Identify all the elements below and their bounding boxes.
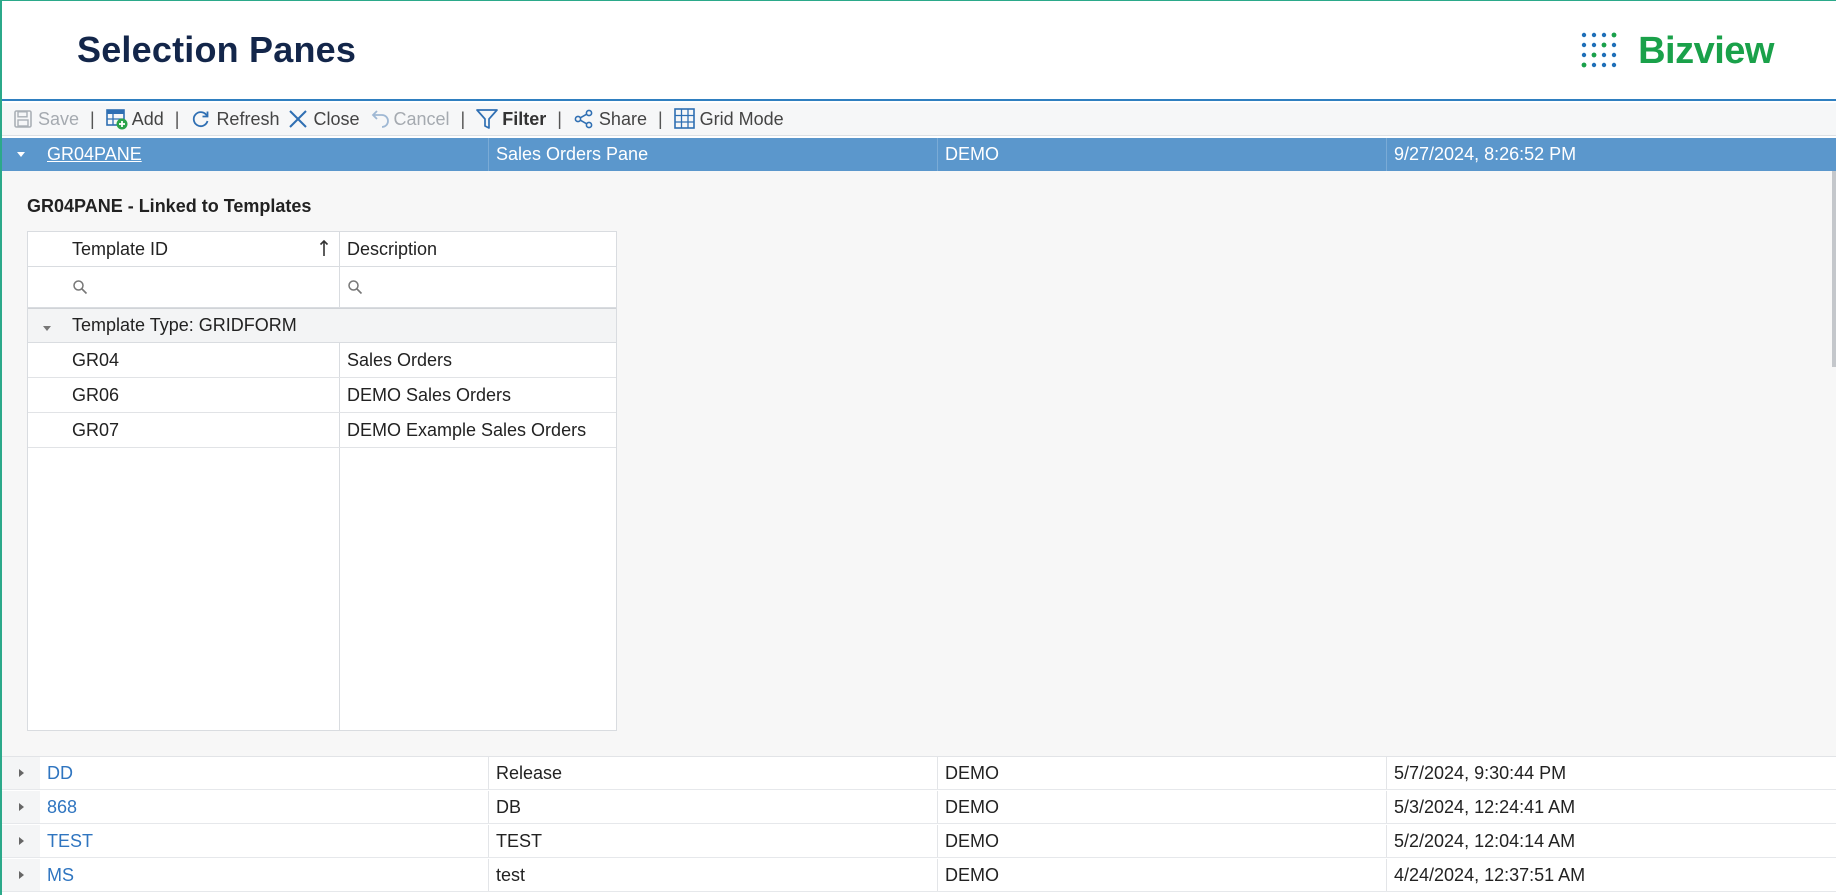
add-label: Add	[131, 108, 164, 129]
sub-grid-header: Template ID Description	[28, 232, 616, 267]
filter-label: Filter	[502, 108, 547, 129]
cancel-label: Cancel	[393, 108, 450, 129]
row-date-cell: 9/27/2024, 8:26:52 PM	[1394, 144, 1577, 164]
detail-title: GR04PANE - Linked to Templates	[27, 196, 312, 216]
template-id-cell: GR04	[28, 343, 340, 377]
bizview-logo: Bizview	[1580, 29, 1774, 73]
column-label: Description	[347, 238, 438, 259]
toolbar-separator: |	[90, 108, 95, 129]
app-header: Selection Panes Bizview	[2, 1, 1836, 101]
row-id-link[interactable]: GR04PANE	[47, 144, 142, 165]
column-label: Template ID	[72, 238, 169, 259]
row-id-cell[interactable]: 868	[40, 791, 489, 823]
toolbar-separator: |	[657, 108, 663, 129]
expand-icon[interactable]	[2, 791, 40, 823]
row-date-cell: 5/3/2024, 12:24:41 AM	[1394, 796, 1576, 817]
template-description-cell: DEMO Example Sales Orders	[347, 419, 587, 440]
row-id-cell[interactable]: MS	[40, 859, 489, 891]
group-label: Template Type: GRIDFORM	[72, 315, 297, 335]
detail-panel: GR04PANE - Linked to Templates Template …	[2, 171, 1836, 757]
row-description-cell: Release	[489, 757, 938, 789]
row-id-cell[interactable]: TEST	[40, 825, 489, 857]
grid-icon	[673, 108, 696, 130]
column-header-template-id[interactable]: Template ID	[28, 232, 340, 266]
search-icon	[72, 279, 88, 295]
row-session-cell: DEMO	[938, 138, 1387, 171]
vertical-scrollbar[interactable]	[1832, 171, 1836, 367]
row-description-cell: Sales Orders Pane	[489, 138, 938, 171]
toolbar-separator: |	[557, 108, 562, 129]
add-button[interactable]: Add	[102, 103, 168, 136]
add-grid-icon	[105, 108, 128, 130]
logo-text: Bizview	[1638, 29, 1774, 72]
sub-grid-row[interactable]: GR07 DEMO Example Sales Orders	[28, 413, 616, 448]
close-label: Close	[313, 108, 360, 129]
search-icon	[347, 279, 363, 295]
row-id-link[interactable]: TEST	[47, 831, 93, 852]
sort-ascending-icon	[319, 238, 329, 263]
row-id-link[interactable]: MS	[47, 865, 74, 886]
column-header-description[interactable]: Description	[340, 232, 616, 266]
table-row[interactable]: DD Release DEMO 5/7/2024, 9:30:44 PM	[2, 757, 1836, 790]
row-id-cell[interactable]: GR04PANE	[40, 138, 489, 171]
grid-mode-button[interactable]: Grid Mode	[670, 103, 788, 136]
description-filter-input[interactable]	[340, 267, 616, 307]
template-id-cell: GR06	[28, 378, 340, 412]
refresh-icon	[190, 108, 212, 130]
toolbar: Save | Add | Refresh Close Cancel | Filt…	[2, 103, 1836, 136]
row-session-cell: DEMO	[938, 791, 1387, 823]
row-id-link[interactable]: 868	[47, 797, 77, 818]
expand-icon[interactable]	[2, 825, 40, 857]
bizview-logo-icon	[1581, 32, 1617, 68]
table-row[interactable]: TEST TEST DEMO 5/2/2024, 12:04:14 AM	[2, 825, 1836, 858]
page-title: Selection Panes	[77, 29, 357, 70]
row-date-cell: 5/7/2024, 9:30:44 PM	[1394, 762, 1567, 783]
linked-templates-grid: Template ID Description Template Type: G…	[27, 231, 617, 731]
empty-column-filler	[28, 448, 340, 730]
table-row[interactable]: MS test DEMO 4/24/2024, 12:37:51 AM	[2, 859, 1836, 892]
row-id-cell[interactable]: DD	[40, 757, 489, 789]
cancel-button[interactable]: Cancel	[364, 103, 454, 136]
row-id-link[interactable]: DD	[47, 763, 73, 784]
undo-icon	[368, 108, 390, 130]
template-description-cell: DEMO Sales Orders	[347, 384, 512, 405]
expand-icon[interactable]	[2, 757, 40, 789]
filter-button[interactable]: Filter	[472, 103, 550, 136]
grid-mode-label: Grid Mode	[699, 108, 784, 129]
row-date-cell: 4/24/2024, 12:37:51 AM	[1394, 864, 1586, 885]
collapse-icon[interactable]	[2, 138, 40, 171]
table-row-selected[interactable]: GR04PANE Sales Orders Pane DEMO 9/27/202…	[2, 138, 1836, 171]
refresh-label: Refresh	[216, 108, 280, 129]
close-button[interactable]: Close	[283, 103, 363, 136]
sub-grid-row[interactable]: GR06 DEMO Sales Orders	[28, 378, 616, 413]
table-row[interactable]: 868 DB DEMO 5/3/2024, 12:24:41 AM	[2, 791, 1836, 824]
save-label: Save	[38, 108, 80, 129]
row-description-cell: test	[489, 859, 938, 891]
expand-icon[interactable]	[2, 859, 40, 891]
row-description-cell: TEST	[489, 825, 938, 857]
share-label: Share	[598, 108, 647, 129]
template-description-cell: Sales Orders	[347, 349, 453, 370]
group-row[interactable]: Template Type: GRIDFORM	[28, 308, 616, 343]
template-id-filter-input[interactable]	[28, 267, 340, 307]
row-session-cell: DEMO	[938, 757, 1387, 789]
sub-grid-row[interactable]: GR04 Sales Orders	[28, 343, 616, 378]
close-icon	[287, 108, 309, 130]
funnel-icon	[476, 108, 499, 130]
row-session-cell: DEMO	[938, 825, 1387, 857]
floppy-disk-icon	[12, 108, 34, 130]
refresh-button[interactable]: Refresh	[186, 103, 283, 136]
share-button[interactable]: Share	[569, 103, 651, 136]
share-icon	[573, 108, 595, 130]
filter-row	[28, 267, 616, 308]
row-description-cell: DB	[489, 791, 938, 823]
save-button[interactable]: Save	[8, 103, 83, 136]
row-session-cell: DEMO	[938, 859, 1387, 891]
template-id-cell: GR07	[28, 413, 340, 447]
toolbar-separator: |	[460, 108, 466, 129]
row-date-cell: 5/2/2024, 12:04:14 AM	[1394, 830, 1576, 851]
group-collapse-icon[interactable]	[42, 317, 52, 338]
toolbar-separator: |	[174, 108, 180, 129]
